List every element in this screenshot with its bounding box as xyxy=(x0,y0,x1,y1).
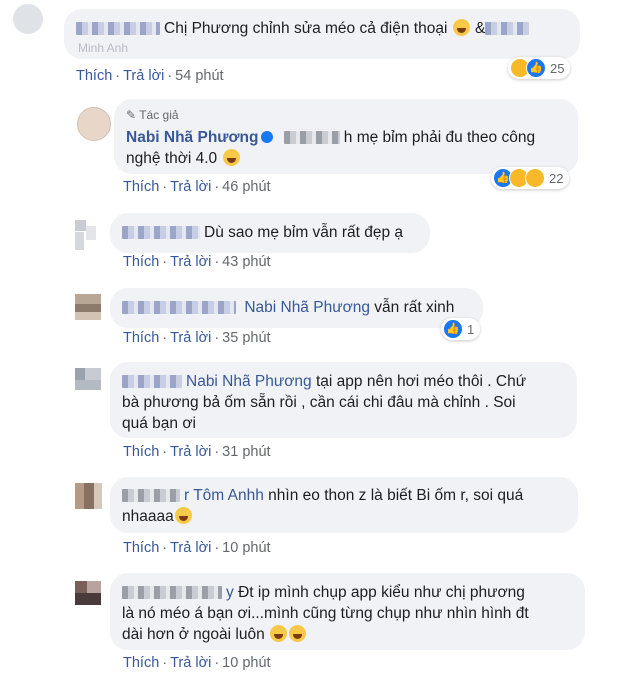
like-icon: 👍 xyxy=(443,319,463,339)
reply-link[interactable]: Trả lời xyxy=(170,444,211,460)
wow-icon xyxy=(525,168,545,188)
comment-text: vẫn rất xinh xyxy=(374,299,455,316)
comment-bubble: Nabi Nhã Phương tại app nên hơi méo thôi… xyxy=(110,362,577,438)
comment-bubble: y Đt ip mình chụp app kiểu như chị phươn… xyxy=(110,573,585,650)
timestamp[interactable]: 10 phút xyxy=(222,655,270,671)
comment-suffix: & xyxy=(475,20,486,37)
comment-text-line: nhaaaa xyxy=(122,508,174,525)
comment-actions: Thích · Trả lời · 35 phút xyxy=(123,330,271,346)
timestamp[interactable]: 35 phút xyxy=(222,330,270,346)
reaction-summary[interactable]: 👍 1 xyxy=(441,318,481,340)
reaction-count: 1 xyxy=(467,321,475,337)
avatar[interactable] xyxy=(75,368,107,400)
mention-link[interactable]: Nabi Nhã Phương xyxy=(186,373,312,390)
reaction-count: 25 xyxy=(550,60,565,76)
comment-bubble: Nabi Nhã Phương vẫn rất xinh xyxy=(110,288,483,328)
grimacing-emoji-icon xyxy=(222,149,240,166)
redacted-tag xyxy=(485,22,530,36)
reply-link[interactable]: Trả lời xyxy=(170,655,211,671)
comment-text-line: nhìn eo thon z là biết Bi ốm r, soi quá xyxy=(268,487,524,504)
comment-bubble: Chị Phương chỉnh sửa méo cả điện thoại &… xyxy=(64,9,580,59)
like-link[interactable]: Thích xyxy=(123,444,159,460)
author-avatar[interactable] xyxy=(77,107,111,141)
laughing-emoji-icon xyxy=(270,625,288,642)
like-link[interactable]: Thích xyxy=(76,68,112,84)
avatar[interactable] xyxy=(75,581,107,613)
comment-text-line: bà phương bả ốm sẵn rồi , cần cái chi đâ… xyxy=(122,394,516,411)
like-icon: 👍 xyxy=(526,58,546,78)
like-link[interactable]: Thích xyxy=(123,540,159,556)
verified-icon xyxy=(261,131,274,143)
reply-link[interactable]: Trả lời xyxy=(170,254,211,270)
timestamp[interactable]: 46 phút xyxy=(222,179,270,195)
like-link[interactable]: Thích xyxy=(123,655,159,671)
comment-bubble: Dù sao mẹ bỉm vẫn rất đẹp ạ xyxy=(110,213,430,253)
author-label: ✎ Tác giả xyxy=(126,108,179,122)
redacted-name xyxy=(122,375,182,389)
mention-link[interactable]: Nabi Nhã Phương xyxy=(244,299,370,316)
comment-actions: Thích · Trả lời · 10 phút xyxy=(123,655,271,671)
comment-text-line: tại app nên hơi méo thôi . Chứ xyxy=(315,373,527,390)
reaction-summary[interactable]: 👍 22 xyxy=(491,167,570,189)
reaction-summary[interactable]: 👍 25 xyxy=(508,57,571,79)
like-link[interactable]: Thích xyxy=(123,179,159,195)
comment-bubble: ✎ Tác giả Nabi Nhã Phương h mẹ bỉm phải … xyxy=(114,99,578,174)
redacted-name-suffix: y xyxy=(226,584,234,601)
pencil-icon: ✎ xyxy=(126,108,137,122)
comment-text-line: nghệ thời 4.0 xyxy=(126,150,218,167)
comment-text-line: là nó méo á bạn ơi...mình cũng từng chụp… xyxy=(122,605,529,622)
redacted-name xyxy=(122,489,180,503)
reply-link[interactable]: Trả lời xyxy=(170,330,211,346)
reaction-count: 22 xyxy=(549,170,564,186)
reply-link[interactable]: Trả lời xyxy=(170,540,211,556)
redacted-name-suffix: r xyxy=(184,487,190,504)
avatar[interactable] xyxy=(13,4,43,34)
comment-actions: Thích · Trả lời · 43 phút xyxy=(123,254,271,270)
reply-link[interactable]: Trả lời xyxy=(170,179,211,195)
comment-actions: Thích · Trả lời · 10 phút xyxy=(123,540,271,556)
comment-text-line: dài hơn ở ngoài luôn xyxy=(122,626,265,643)
comment-actions: Thích · Trả lời · 54 phút xyxy=(76,68,224,84)
redacted-name xyxy=(122,301,236,315)
redacted-name xyxy=(76,22,160,36)
comment-bubble: r Tôm Anhh nhìn eo thon z là biết Bi ốm … xyxy=(110,477,578,533)
comment-text-line: Đt ip mình chụp app kiểu như chị phương xyxy=(238,584,525,601)
like-link[interactable]: Thích xyxy=(123,330,159,346)
comment-actions: Thích · Trả lời · 46 phút xyxy=(123,179,271,195)
redacted-tag xyxy=(283,131,340,145)
timestamp[interactable]: 54 phút xyxy=(175,68,223,84)
comment-text-line: quá bạn ơi xyxy=(122,415,196,432)
comment-text: Chị Phương chỉnh sửa méo cả điện thoại xyxy=(164,20,448,37)
redacted-name xyxy=(122,226,200,240)
reply-link[interactable]: Trả lời xyxy=(123,68,164,84)
avatar[interactable] xyxy=(75,483,107,515)
comment-text-line: h mẹ bỉm phải đu theo công xyxy=(343,129,536,146)
laughing-emoji-icon xyxy=(289,625,307,642)
like-link[interactable]: Thích xyxy=(123,254,159,270)
comment-actions: Thích · Trả lời · 31 phút xyxy=(123,444,271,460)
redacted-name xyxy=(122,586,222,600)
grinning-emoji-icon xyxy=(174,507,192,524)
timestamp[interactable]: 43 phút xyxy=(222,254,270,270)
avatar[interactable] xyxy=(75,294,107,326)
comment-text: Dù sao mẹ bỉm vẫn rất đẹp ạ xyxy=(204,224,404,241)
timestamp[interactable]: 10 phút xyxy=(222,540,270,556)
timestamp[interactable]: 31 phút xyxy=(222,444,270,460)
comment-tail: Minh Anh xyxy=(78,41,129,55)
mention-link[interactable]: Tôm Anhh xyxy=(193,487,264,504)
avatar[interactable] xyxy=(75,220,107,252)
laughing-emoji-icon xyxy=(452,19,470,36)
comment-author[interactable]: Nabi Nhã Phương xyxy=(126,129,258,146)
